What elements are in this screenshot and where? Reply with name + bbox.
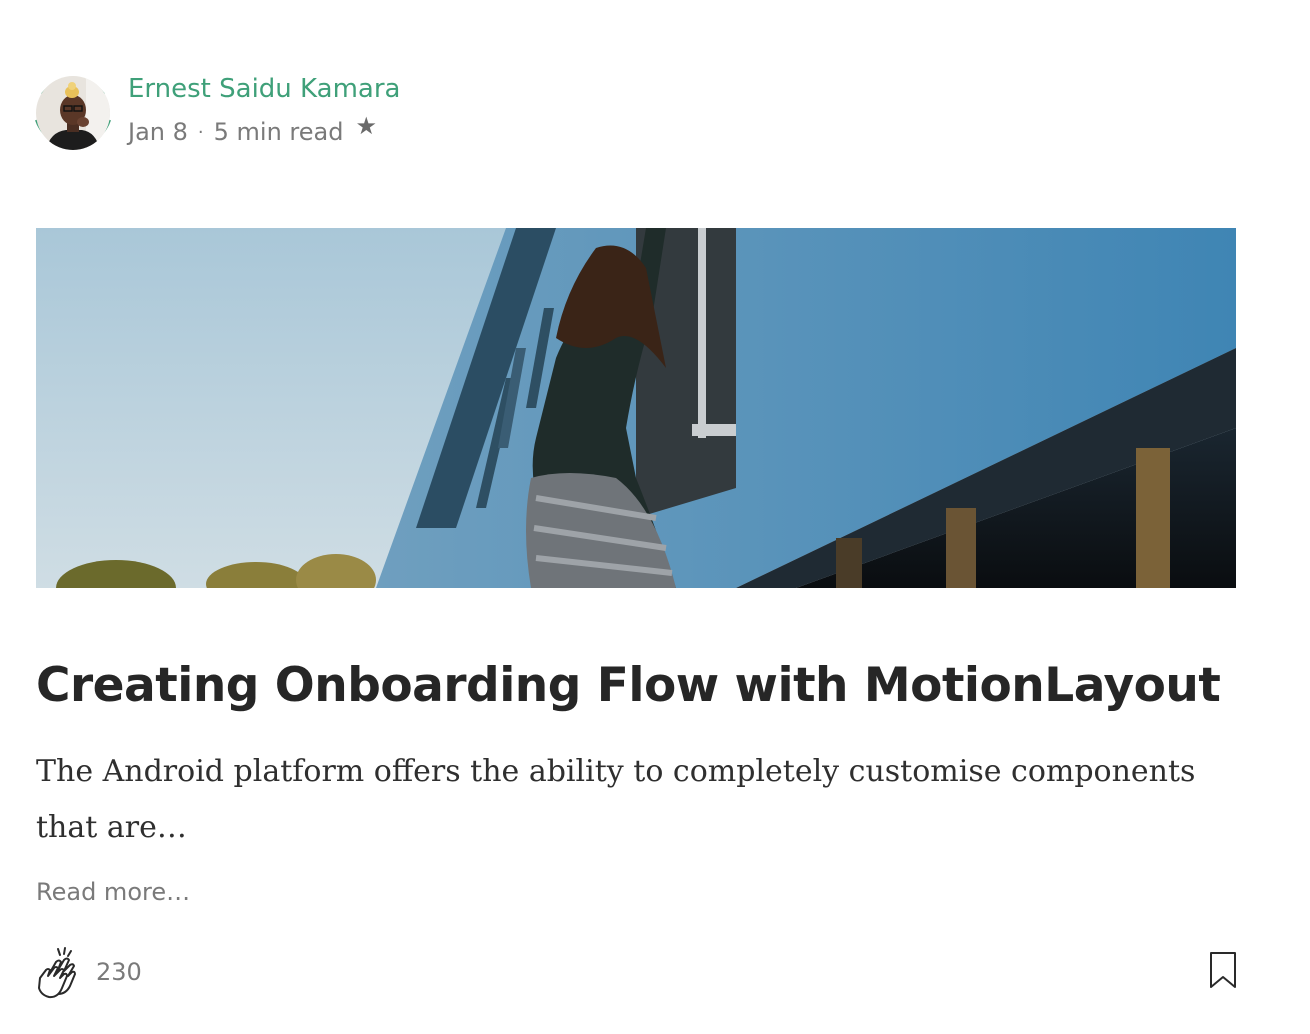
clap-icon [38, 947, 76, 999]
post-meta: Jan 8 · 5 min read ★ [128, 112, 377, 146]
author-name-link[interactable]: Ernest Saidu Kamara [128, 74, 400, 104]
bookmark-icon [1210, 952, 1236, 988]
author-header: Ernest Saidu Kamara Jan 8 · 5 min read ★ [30, 70, 630, 160]
author-avatar-image [36, 76, 110, 150]
star-icon: ★ [355, 112, 377, 140]
meta-separator: · [197, 121, 204, 143]
hero-image-train [36, 228, 1236, 588]
clap-count: 230 [96, 958, 142, 986]
post-title[interactable]: Creating Onboarding Flow with MotionLayo… [36, 658, 1236, 713]
avatar[interactable] [30, 70, 116, 156]
read-more-link[interactable]: Read more… [36, 878, 190, 906]
bookmark-button[interactable] [1206, 950, 1240, 990]
read-time: 5 min read [213, 118, 344, 146]
hero-image[interactable] [36, 228, 1236, 588]
clap-button[interactable] [34, 946, 88, 1000]
post-date: Jan 8 [128, 118, 188, 146]
post-excerpt: The Android platform offers the ability … [36, 754, 1196, 845]
